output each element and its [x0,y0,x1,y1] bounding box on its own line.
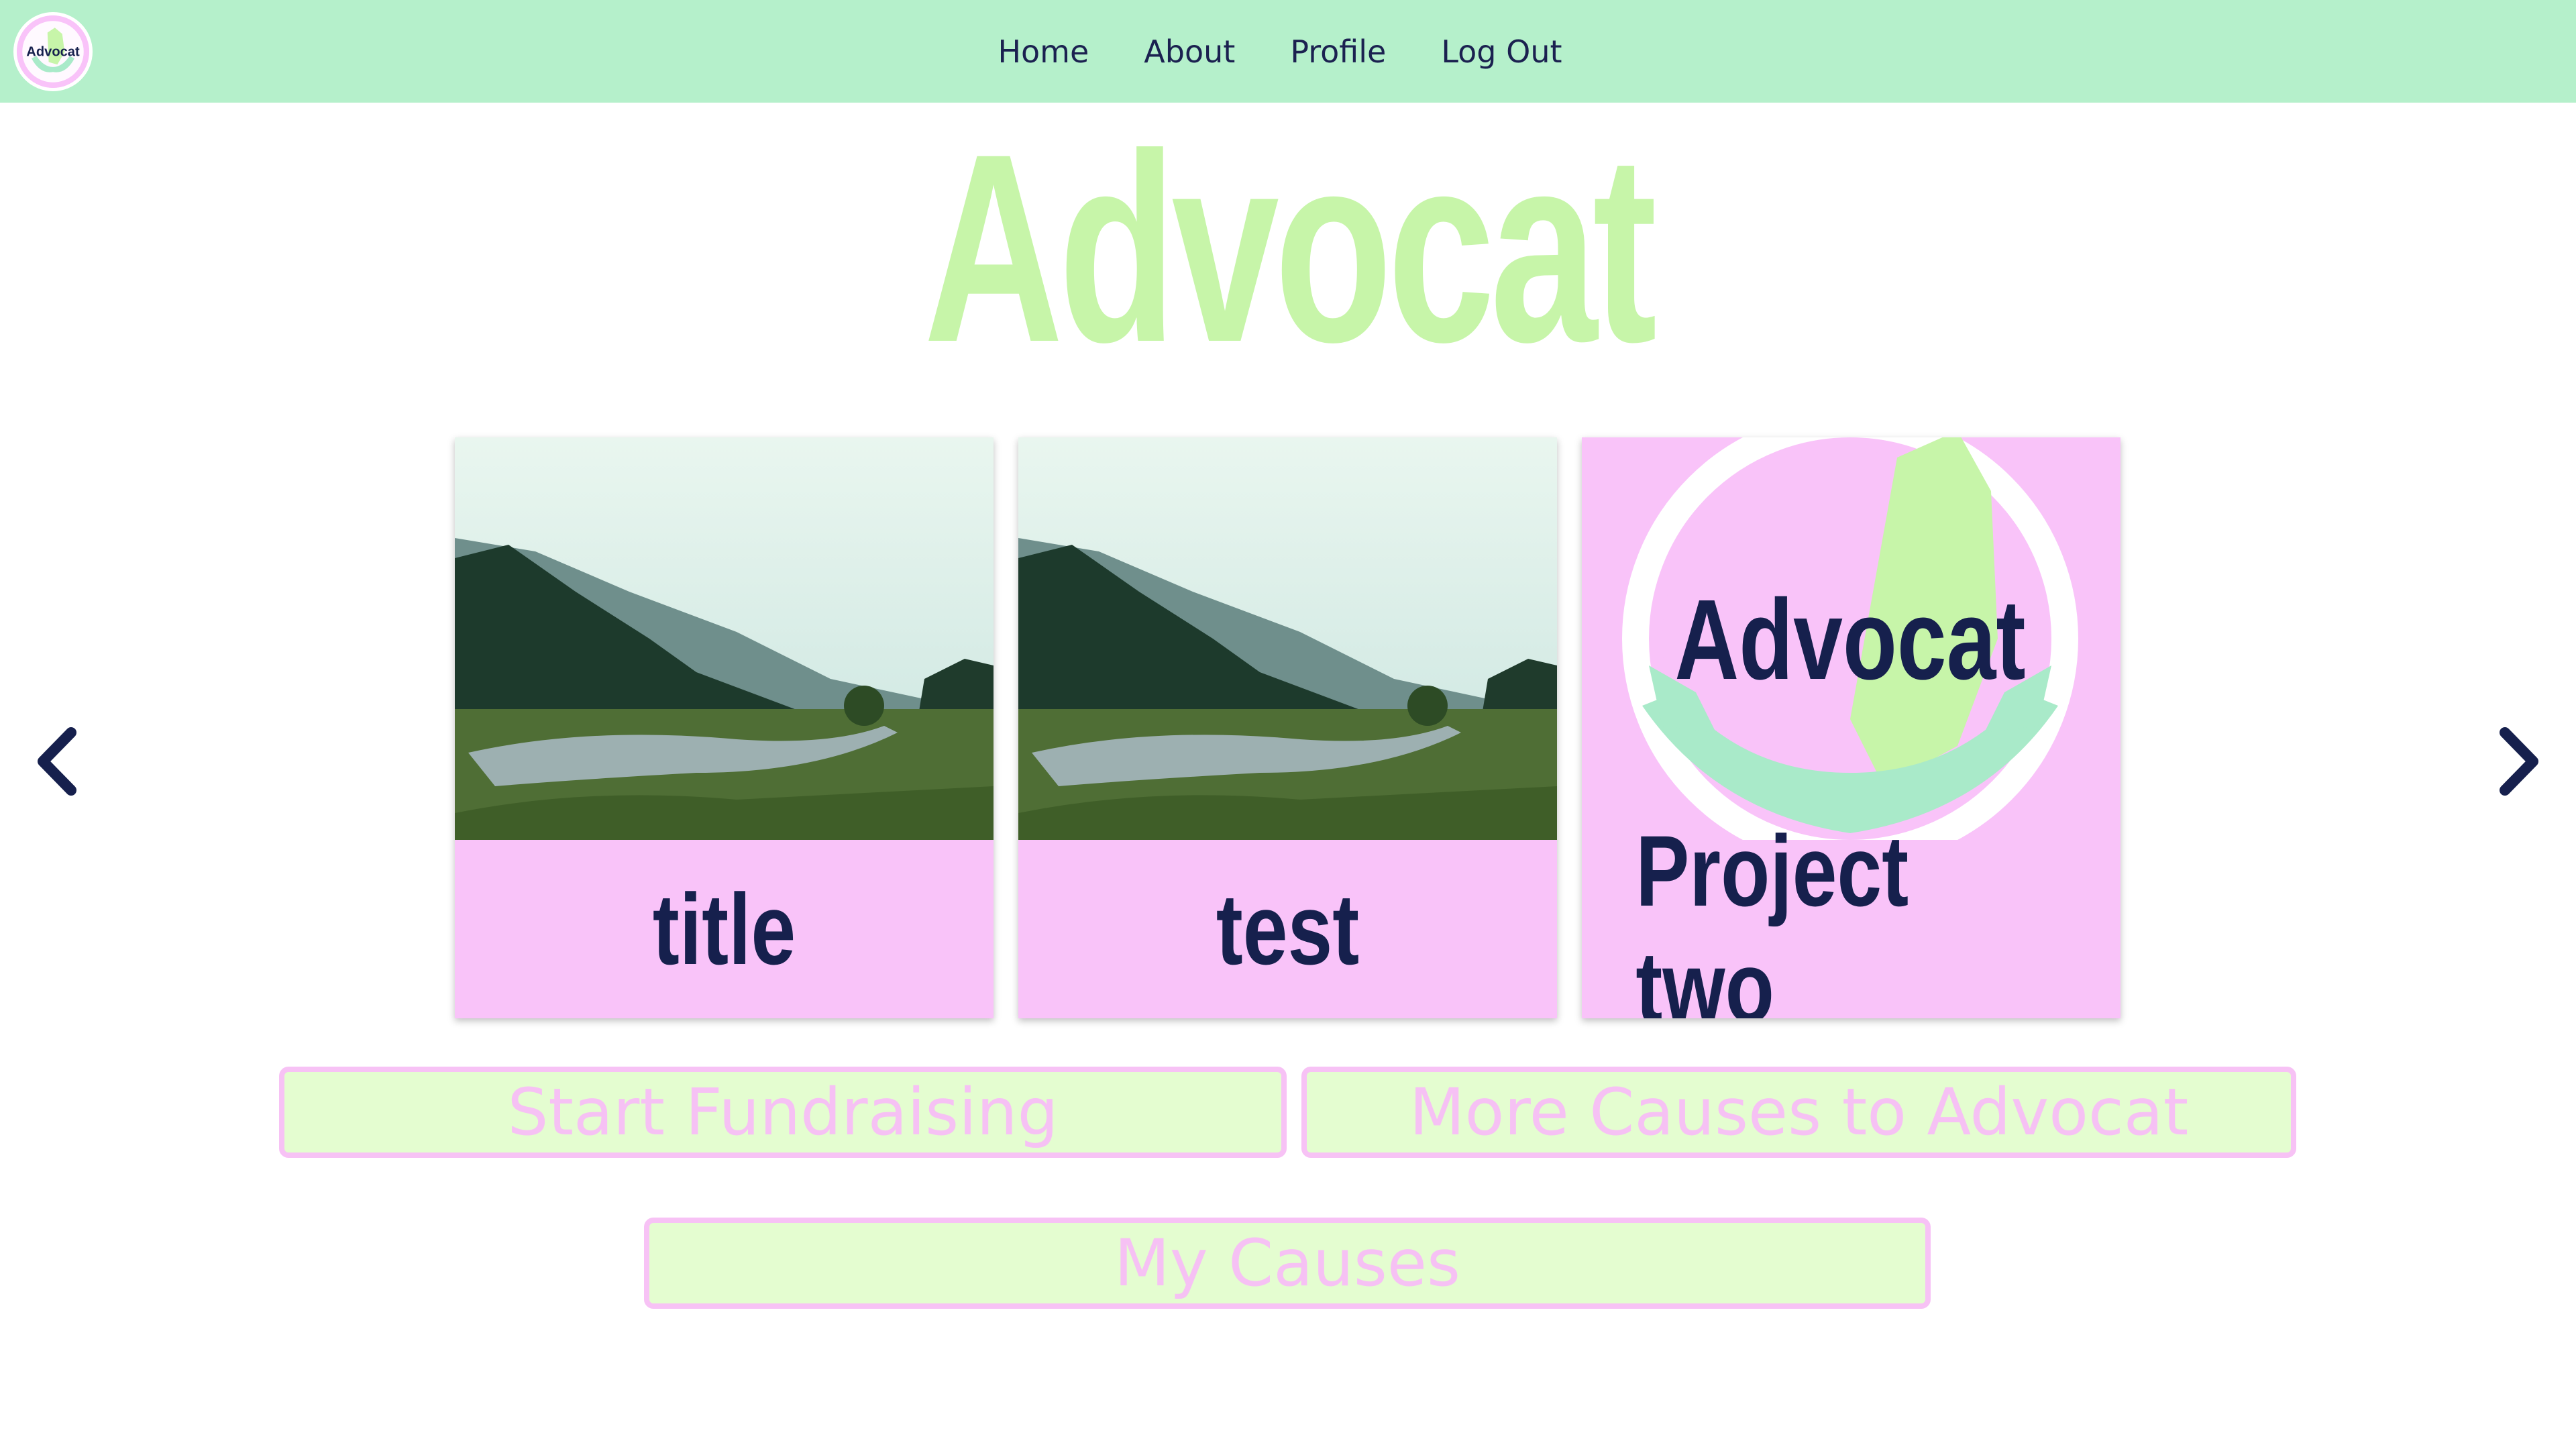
start-fundraising-button[interactable]: Start Fundraising [279,1067,1287,1158]
hero-title: Advocat [924,98,1657,398]
cause-card-title: test [1216,872,1360,985]
nav-links: Home About Profile Log Out [0,0,2576,103]
chevron-left-icon [38,727,76,796]
navbar: Advocat Home About Profile Log Out [0,0,2576,103]
cause-card-title: title [652,872,796,985]
cause-card-image: Advocat [1582,437,2121,840]
cause-card[interactable]: title [455,437,994,1018]
landscape-photo-icon [1018,437,1557,840]
nav-link-logout[interactable]: Log Out [1441,34,1562,70]
cause-card-image [455,437,994,840]
my-causes-button[interactable]: My Causes [644,1218,1931,1309]
cause-card[interactable]: test [1018,437,1557,1018]
more-causes-button[interactable]: More Causes to Advocat [1301,1067,2296,1158]
card-logo-text: Advocat [1674,576,2025,704]
nav-link-about[interactable]: About [1144,34,1235,70]
landscape-photo-icon [455,437,994,840]
carousel-next-button[interactable] [2483,724,2551,798]
advocat-logo-icon: Advocat [1582,437,2121,840]
carousel-prev-button[interactable] [25,724,93,798]
cause-card[interactable]: Advocat Project two [1582,437,2121,1018]
nav-link-home[interactable]: Home [998,34,1089,70]
nav-link-profile[interactable]: Profile [1290,34,1386,70]
cause-card-image [1018,437,1557,840]
chevron-right-icon [2500,727,2538,796]
cause-card-title: Project two [1635,814,1909,1018]
